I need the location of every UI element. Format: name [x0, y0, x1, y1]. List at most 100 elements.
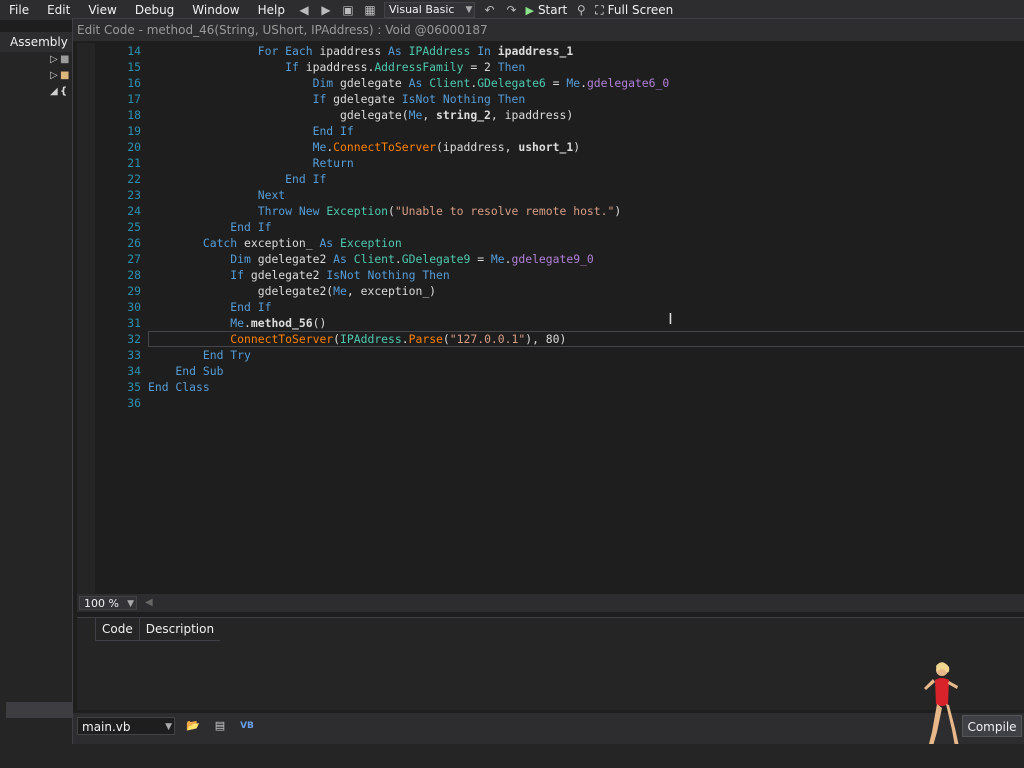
line-number: 25: [127, 220, 141, 234]
code-text: If gdelegate2 IsNot Nothing Then: [148, 267, 449, 283]
panel-bottom-tab[interactable]: [6, 702, 72, 718]
assembly-explorer-tab[interactable]: Assembly Explorer: [0, 32, 72, 52]
code-line[interactable]: 14 For Each ipaddress As IPAddress In ip…: [95, 43, 1024, 59]
code-token: End If: [148, 220, 272, 234]
search-icon[interactable]: ⚲: [573, 2, 589, 18]
line-number: 30: [127, 300, 141, 314]
code-line[interactable]: 22 End If: [95, 171, 1024, 187]
code-token: Then: [497, 60, 526, 74]
code-text: Dim gdelegate2 As Client.GDelegate9 = Me…: [148, 251, 594, 267]
code-text: End If: [148, 219, 271, 235]
code-token: Client: [429, 76, 471, 90]
code-text: gdelegate2(Me, exception_): [148, 283, 436, 299]
line-number: 20: [127, 140, 141, 154]
line-number: 31: [127, 316, 141, 330]
vb-icon[interactable]: VB: [239, 718, 255, 734]
code-token: (: [388, 204, 395, 218]
code-token: = 2: [463, 60, 498, 74]
code-token: "Unable to resolve remote host.": [394, 204, 615, 218]
code-text: If gdelegate IsNot Nothing Then: [148, 91, 526, 107]
code-line[interactable]: 35 End Class: [95, 379, 1024, 395]
code-line[interactable]: 30 End If: [95, 299, 1024, 315]
column-description[interactable]: Description: [138, 618, 220, 640]
code-line[interactable]: 20 Me.ConnectToServer(ipaddress, ushort_…: [95, 139, 1024, 155]
menu-file[interactable]: File: [0, 3, 38, 17]
code-line[interactable]: 34 End Sub: [95, 363, 1024, 379]
code-line[interactable]: 23 Next: [95, 187, 1024, 203]
code-line[interactable]: 27 Dim gdelegate2 As Client.GDelegate9 =…: [95, 251, 1024, 267]
code-line[interactable]: 18 gdelegate(Me, string_2, ipaddress): [95, 107, 1024, 123]
tree-expand-icon[interactable]: ▷: [50, 54, 58, 65]
language-select[interactable]: Visual Basic ▼: [384, 2, 476, 18]
code-line[interactable]: 32 ConnectToServer(IPAddress.Parse("127.…: [95, 331, 1024, 347]
code-token: Me: [148, 140, 327, 154]
file-select[interactable]: main.vb ▼: [77, 717, 175, 735]
line-number: 23: [127, 188, 141, 202]
code-line[interactable]: 28 If gdelegate2 IsNot Nothing Then: [95, 267, 1024, 283]
code-line[interactable]: 15 If ipaddress.AddressFamily = 2 Then: [95, 59, 1024, 75]
code-token: gdelegate: [333, 92, 402, 106]
code-line[interactable]: 31 Me.method_56(): [95, 315, 1024, 331]
redo-icon[interactable]: ↷: [503, 2, 519, 18]
code-token: method_56: [250, 316, 313, 330]
references-icon[interactable]: ▤: [212, 718, 228, 734]
code-line[interactable]: 26 Catch exception_ As Exception: [95, 235, 1024, 251]
code-editor[interactable]: 14 For Each ipaddress As IPAddress In ip…: [77, 43, 1024, 611]
line-number: 34: [127, 364, 141, 378]
code-token: Catch: [148, 236, 245, 250]
code-token: gdelegate6_0: [586, 76, 670, 90]
column-code[interactable]: Code: [95, 618, 139, 640]
code-token: gdelegate2: [250, 268, 327, 282]
chevron-down-icon: ▼: [127, 599, 134, 609]
code-line[interactable]: 24 Throw New Exception("Unable to resolv…: [95, 203, 1024, 219]
back-icon[interactable]: ◀: [296, 2, 312, 18]
scroll-left-icon[interactable]: ◀: [145, 597, 153, 608]
code-line[interactable]: 29 gdelegate2(Me, exception_): [95, 283, 1024, 299]
open-folder-icon[interactable]: 📂: [185, 718, 201, 734]
line-number: 17: [127, 92, 141, 106]
forward-icon[interactable]: ▶: [318, 2, 334, 18]
code-token: gdelegate2(: [148, 284, 334, 298]
folder-icon: ■: [60, 70, 70, 81]
menu-edit[interactable]: Edit: [38, 3, 79, 17]
status-strip: [0, 744, 1024, 768]
code-token: End If: [148, 172, 327, 186]
code-line[interactable]: 17 If gdelegate IsNot Nothing Then: [95, 91, 1024, 107]
menu-debug[interactable]: Debug: [126, 3, 183, 17]
open-icon[interactable]: ▣: [340, 2, 356, 18]
code-text: For Each ipaddress As IPAddress In ipadd…: [148, 43, 573, 59]
undo-icon[interactable]: ↶: [481, 2, 497, 18]
code-line[interactable]: 21 Return: [95, 155, 1024, 171]
menu-help[interactable]: Help: [249, 3, 294, 17]
save-icon[interactable]: ▦: [362, 2, 378, 18]
line-number: 22: [127, 172, 141, 186]
fullscreen-button[interactable]: ⛶ Full Screen: [595, 3, 673, 18]
code-token: , ipaddress): [490, 108, 574, 122]
code-token: If: [148, 268, 251, 282]
editor-margin: [77, 43, 95, 611]
menu-window[interactable]: Window: [183, 3, 248, 17]
code-token: As: [388, 44, 409, 58]
code-token: Me: [566, 76, 581, 90]
code-token: As: [333, 252, 354, 266]
code-line[interactable]: 25 End If: [95, 219, 1024, 235]
code-line[interactable]: 16 Dim gdelegate As Client.GDelegate6 = …: [95, 75, 1024, 91]
start-button[interactable]: ▶ Start: [525, 3, 567, 17]
tree-expand-icon[interactable]: ▷: [50, 70, 58, 81]
code-token: Dim: [148, 252, 258, 266]
code-token: ipaddress_1: [497, 44, 574, 58]
chevron-down-icon: ▼: [465, 5, 473, 15]
dialog-title: Edit Code - method_46(String, UShort, IP…: [73, 19, 1024, 41]
fullscreen-icon: ⛶: [595, 2, 604, 17]
code-line[interactable]: 36: [95, 395, 1024, 411]
code-token: .: [394, 252, 402, 266]
code-token: ): [614, 204, 622, 218]
code-text: End If: [148, 299, 271, 315]
code-token: Me: [333, 284, 347, 298]
code-line[interactable]: 19 End If: [95, 123, 1024, 139]
menu-view[interactable]: View: [79, 3, 125, 17]
zoom-select[interactable]: 100 % ▼: [79, 596, 137, 610]
code-line[interactable]: 33 End Try: [95, 347, 1024, 363]
code-token: End Try: [148, 348, 251, 362]
tree-collapse-icon[interactable]: ◢: [50, 86, 58, 97]
